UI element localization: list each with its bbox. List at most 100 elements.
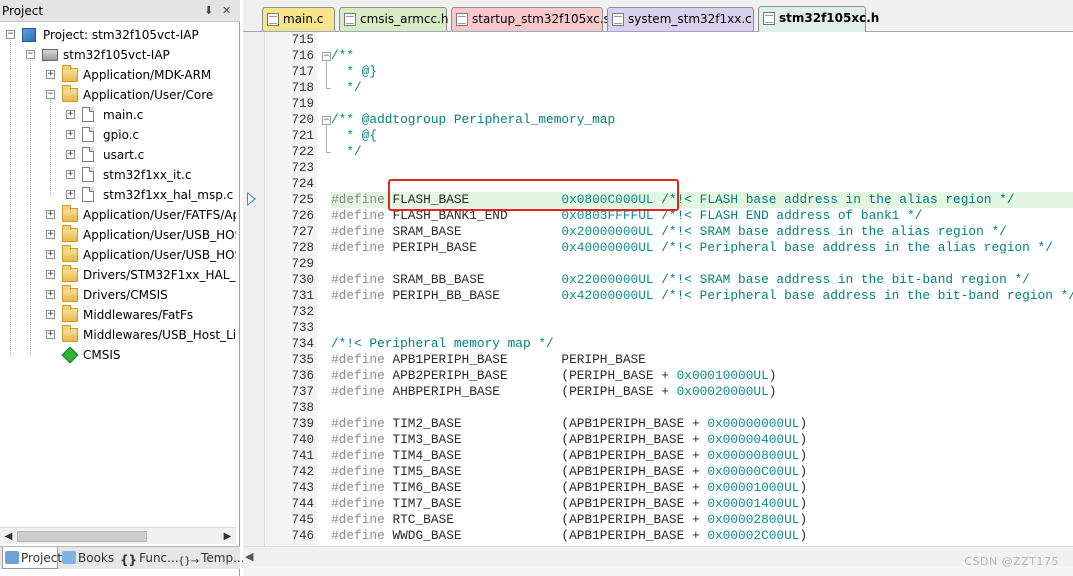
project-bottom-tabs: Project Books{} Func... {}→ Temp... <box>0 546 245 569</box>
editor-tab[interactable]: startup_stm32f105xc.s <box>451 7 610 31</box>
tab-label: Temp... <box>201 551 245 565</box>
code-view[interactable]: 715 716 717 718 719 720 721 722 723 724 725 726 727 7… <box>243 32 1073 546</box>
folder-open-icon <box>62 85 78 102</box>
code-line[interactable] <box>331 96 1073 112</box>
code-line[interactable]: #define APB2PERIPH_BASE (PERIPH_BASE + 0… <box>331 368 1073 384</box>
expander-icon[interactable]: + <box>46 70 55 79</box>
code-token: 0x00000C00UL <box>707 464 800 479</box>
tree-item[interactable]: − Application/User/Core <box>0 85 236 105</box>
code-line[interactable]: * @} <box>331 64 1073 80</box>
code-line[interactable]: * @{ <box>331 128 1073 144</box>
tree-item[interactable]: + main.c <box>0 105 236 125</box>
code-line[interactable] <box>331 32 1073 48</box>
tree-item-label: CMSIS <box>83 348 121 362</box>
code-line[interactable]: #define WWDG_BASE (APB1PERIPH_BASE + 0x0… <box>331 528 1073 544</box>
tab-books[interactable]: Books <box>60 547 116 569</box>
expander-icon[interactable]: + <box>46 290 55 299</box>
folder-icon <box>62 265 78 282</box>
expander-icon[interactable]: + <box>66 170 75 179</box>
editor-hscrollbar[interactable]: ◀ <box>243 546 1073 566</box>
code-line[interactable] <box>331 256 1073 272</box>
tree-item[interactable]: + gpio.c <box>0 125 236 145</box>
code-line[interactable]: #define TIM2_BASE (APB1PERIPH_BASE + 0x0… <box>331 416 1073 432</box>
tree-item[interactable]: + Drivers/STM32F1xx_HAL_Driv <box>0 265 236 285</box>
project-hscrollbar[interactable]: ◀ ▶ <box>0 527 236 544</box>
scroll-left-icon[interactable]: ◀ <box>245 547 253 567</box>
tab-func[interactable]: {} Func... <box>118 547 179 569</box>
code-line[interactable] <box>331 320 1073 336</box>
code-line[interactable]: #define RTC_BASE (APB1PERIPH_BASE + 0x00… <box>331 512 1073 528</box>
scroll-right-icon[interactable]: ▶ <box>219 528 236 545</box>
code-token: ) <box>799 496 808 511</box>
close-icon[interactable]: ✕ <box>222 0 231 22</box>
tree-item[interactable]: + Middlewares/FatFs <box>0 305 236 325</box>
expander-icon[interactable]: + <box>66 190 75 199</box>
scroll-left-icon[interactable]: ◀ <box>0 528 17 545</box>
tab-temp[interactable]: {}→ Temp... <box>176 547 245 569</box>
expander-icon[interactable]: + <box>66 150 75 159</box>
code-line[interactable]: */ <box>331 144 1073 160</box>
expander-icon[interactable]: + <box>46 270 55 279</box>
code-line[interactable]: /*!< Peripheral memory map */ <box>331 336 1073 352</box>
code-line[interactable]: /** <box>331 48 1073 64</box>
expander-icon[interactable]: + <box>46 310 55 319</box>
tree-item[interactable]: + Middlewares/USB_Host_Libra <box>0 325 236 345</box>
expander-icon[interactable]: − <box>46 90 55 99</box>
expander-icon[interactable]: + <box>46 230 55 239</box>
tree-item[interactable]: + Application/User/FATFS/App <box>0 205 236 225</box>
tree-item[interactable]: + stm32f1xx_hal_msp.c <box>0 185 236 205</box>
tree-item[interactable]: + Drivers/CMSIS <box>0 285 236 305</box>
breakpoint-margin[interactable] <box>243 32 265 546</box>
code-token: /*!< Peripheral memory map */ <box>331 336 554 351</box>
code-line[interactable]: */ <box>331 80 1073 96</box>
line-number: 739 <box>291 417 314 431</box>
expander-icon[interactable]: + <box>66 110 75 119</box>
tab-project[interactable]: Project <box>2 547 62 569</box>
tree-item-label: stm32f1xx_hal_msp.c <box>103 188 234 202</box>
tree-item[interactable]: + Application/User/USB_HOST/ <box>0 245 236 265</box>
tree-item[interactable]: + Application/User/USB_HOST/ <box>0 225 236 245</box>
code-token: TIM6_BASE (APB1PERIPH_BASE + <box>384 480 708 495</box>
code-line[interactable] <box>331 304 1073 320</box>
code-line[interactable]: #define SRAM_BB_BASE 0x22000000UL /*!< S… <box>331 272 1073 288</box>
expander-icon[interactable]: − <box>6 30 15 39</box>
tree-item[interactable]: + stm32f1xx_it.c <box>0 165 236 185</box>
tab-label: Books <box>78 551 115 565</box>
editor-tab[interactable]: stm32f105xc.h <box>758 6 879 32</box>
code-token: APB2PERIPH_BASE (PERIPH_BASE + <box>384 368 677 383</box>
code-token: PERIPH_BB_BASE <box>384 288 562 303</box>
code-line[interactable]: #define TIM6_BASE (APB1PERIPH_BASE + 0x0… <box>331 480 1073 496</box>
editor-tab[interactable]: cmsis_armcc.h <box>339 7 449 31</box>
code-line[interactable]: #define TIM5_BASE (APB1PERIPH_BASE + 0x0… <box>331 464 1073 480</box>
pin-icon[interactable]: ⬇ <box>204 0 213 22</box>
code-line[interactable]: #define SRAM_BASE 0x20000000UL /*!< SRAM… <box>331 224 1073 240</box>
tree-item[interactable]: CMSIS <box>0 345 236 365</box>
expander-icon[interactable]: + <box>46 330 55 339</box>
code-line[interactable]: #define AHBPERIPH_BASE (PERIPH_BASE + 0x… <box>331 384 1073 400</box>
code-line[interactable]: #define TIM7_BASE (APB1PERIPH_BASE + 0x0… <box>331 496 1073 512</box>
code-lines[interactable]: /** * @} */ /** @addtogroup Peripheral_me… <box>331 32 1073 546</box>
fold-gutter[interactable] <box>317 32 331 546</box>
code-token: #define <box>331 448 385 463</box>
code-line[interactable]: /** @addtogroup Peripheral_memory_map <box>331 112 1073 128</box>
expander-icon[interactable]: − <box>26 50 35 59</box>
expander-icon[interactable]: + <box>46 210 55 219</box>
code-token: 0x00000400UL <box>707 432 800 447</box>
code-line[interactable]: #define APB1PERIPH_BASE PERIPH_BASE <box>331 352 1073 368</box>
editor-tab-label: system_stm32f1xx.c <box>628 12 752 26</box>
tree-item[interactable]: + Application/MDK-ARM <box>0 65 236 85</box>
code-line[interactable] <box>331 400 1073 416</box>
tree-item[interactable]: + usart.c <box>0 145 236 165</box>
code-line[interactable]: #define TIM3_BASE (APB1PERIPH_BASE + 0x0… <box>331 432 1073 448</box>
expander-icon[interactable]: + <box>46 250 55 259</box>
scroll-thumb[interactable] <box>17 531 147 542</box>
editor-tab[interactable]: main.c <box>262 7 335 31</box>
tree-item[interactable]: − stm32f105vct-IAP <box>0 45 236 65</box>
tree-item[interactable]: − Project: stm32f105vct-IAP <box>0 25 236 45</box>
code-line[interactable] <box>331 160 1073 176</box>
editor-tab[interactable]: system_stm32f1xx.c <box>607 7 754 31</box>
code-line[interactable]: #define PERIPH_BASE 0x40000000UL /*!< Pe… <box>331 240 1073 256</box>
code-line[interactable]: #define PERIPH_BB_BASE 0x42000000UL /*!<… <box>331 288 1073 304</box>
expander-icon[interactable]: + <box>66 130 75 139</box>
code-line[interactable]: #define TIM4_BASE (APB1PERIPH_BASE + 0x0… <box>331 448 1073 464</box>
